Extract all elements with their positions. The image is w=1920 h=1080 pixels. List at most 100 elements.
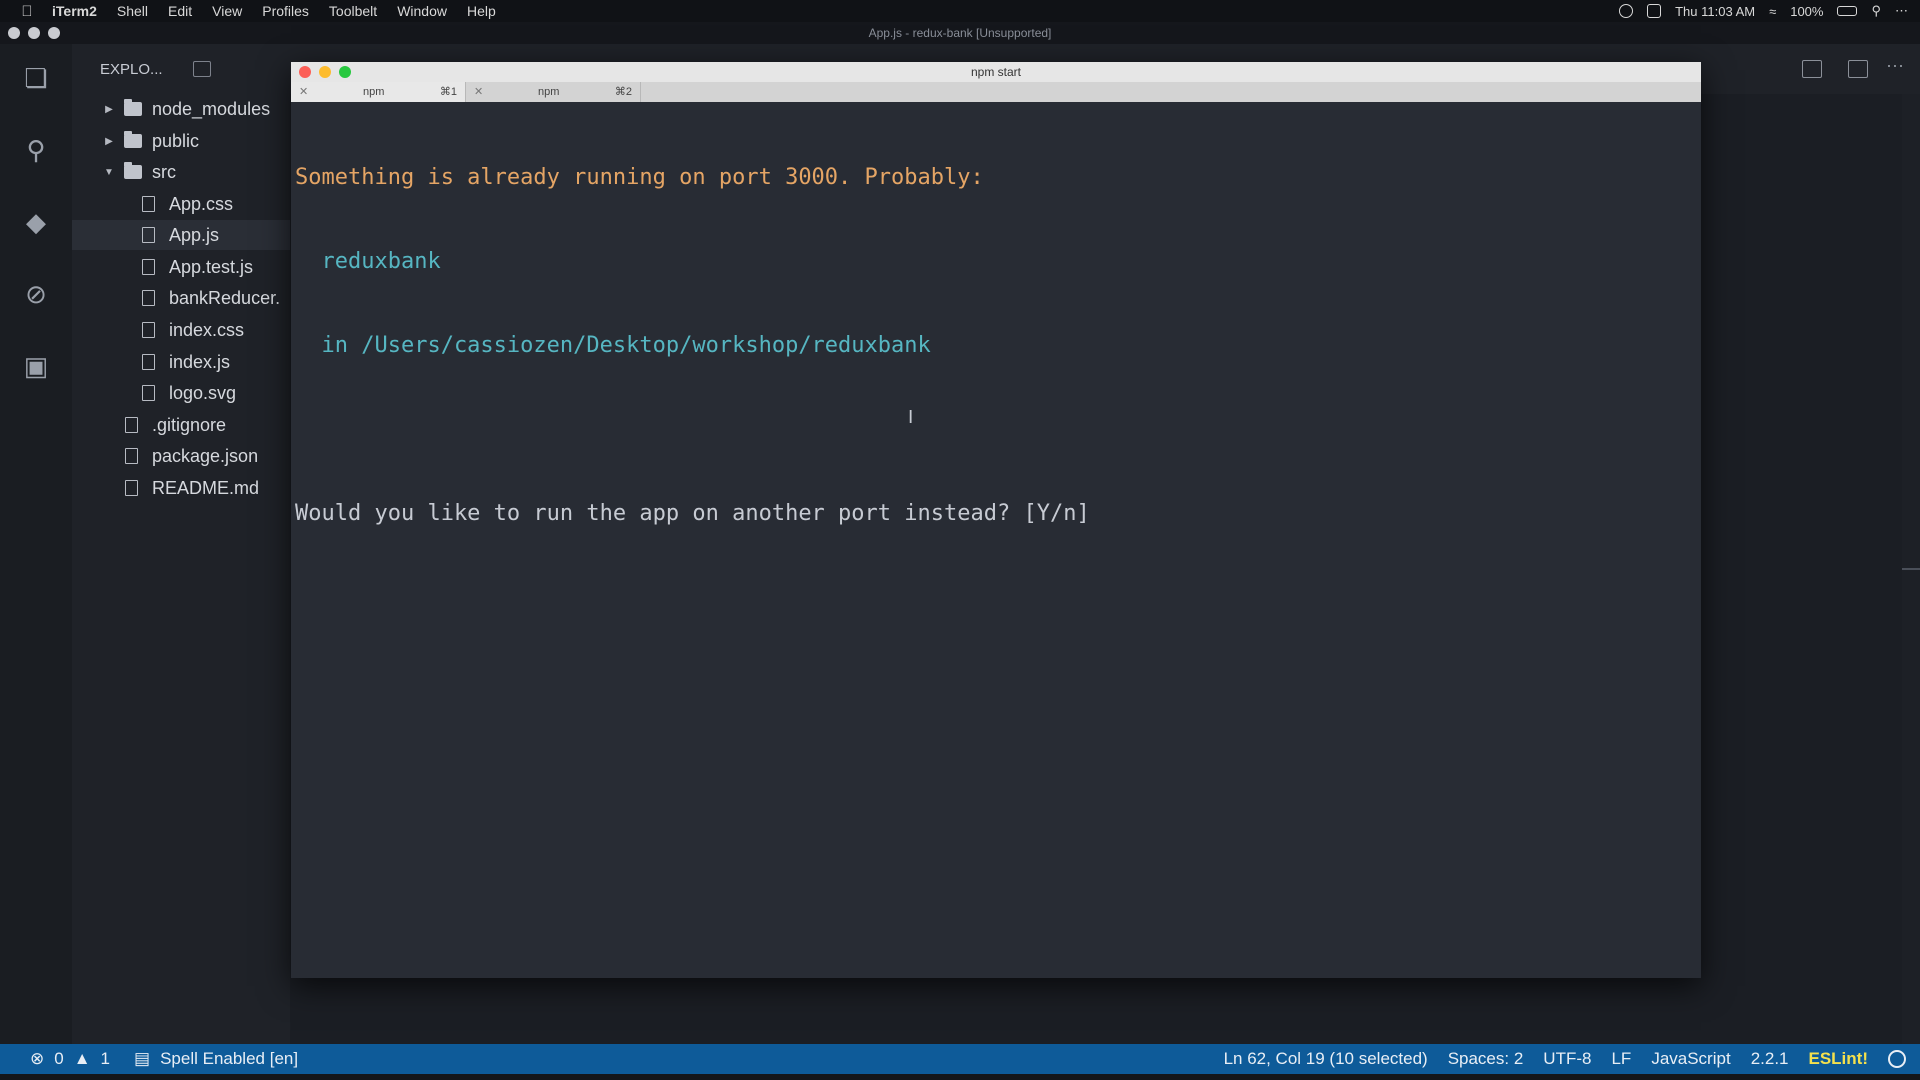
tree-item-label: package.json (152, 445, 259, 466)
tree-file-logo-svg[interactable]: logo.svg (72, 378, 290, 408)
iterm-tab-2[interactable]: ✕ npm ⌘2 (466, 82, 641, 102)
file-icon (142, 227, 155, 243)
error-icon[interactable]: ⊗ (30, 1049, 44, 1069)
folder-icon (124, 99, 142, 116)
menu-edit[interactable]: Edit (158, 3, 202, 19)
iterm-zoom-button[interactable] (339, 66, 351, 78)
spell-status[interactable]: Spell Enabled [en] (160, 1049, 298, 1069)
explorer-files-icon[interactable]: ❏ (18, 60, 54, 96)
apple-menu-icon[interactable]:  (12, 3, 42, 20)
file-icon (142, 290, 155, 306)
battery-icon[interactable] (1837, 6, 1858, 16)
scrollbar-thumb[interactable] (1902, 568, 1920, 570)
tree-folder-public[interactable]: ▶ public (72, 126, 290, 156)
error-count[interactable]: 0 (54, 1049, 63, 1069)
eslint-status[interactable]: ESLint! (1809, 1049, 1869, 1069)
split-editor-icon[interactable] (1848, 60, 1868, 78)
iterm-close-button[interactable] (299, 66, 311, 78)
source-control-icon[interactable]: ◆ (18, 204, 54, 240)
extensions-icon[interactable]: ▣ (18, 348, 54, 384)
tree-file-gitignore[interactable]: .gitignore (72, 410, 290, 440)
battery-percent[interactable]: 100% (1790, 4, 1823, 19)
menu-shell[interactable]: Shell (107, 3, 158, 19)
vscode-minimize-button[interactable] (28, 27, 40, 39)
tree-file-package-json[interactable]: package.json (72, 441, 290, 471)
explorer-header: EXPLO... (72, 44, 290, 94)
bottom-strip (0, 1074, 1920, 1080)
typescript-version[interactable]: 2.2.1 (1751, 1049, 1789, 1069)
tree-folder-node-modules[interactable]: ▶ node_modules (72, 94, 290, 124)
menu-help[interactable]: Help (457, 3, 506, 19)
tree-file-readme[interactable]: README.md (72, 473, 290, 503)
more-actions-icon[interactable]: ⋯ (1886, 56, 1904, 77)
menubar-status-area: Thu 11:03 AM ≈ 100% ⚲ ⋯ (1619, 0, 1908, 22)
new-file-icon[interactable] (192, 61, 211, 77)
explorer-title: EXPLO... (100, 60, 163, 78)
iterm-tab-1[interactable]: ✕ npm ⌘1 (291, 82, 466, 102)
iterm-minimize-button[interactable] (319, 66, 331, 78)
menu-app-name[interactable]: iTerm2 (42, 3, 107, 19)
tree-file-bank-reducer[interactable]: bankReducer. (72, 283, 290, 313)
status-bar-right: Ln 62, Col 19 (10 selected) Spaces: 2 UT… (1224, 1049, 1906, 1069)
close-tab-icon[interactable]: ✕ (299, 82, 308, 102)
tree-item-label: index.js (169, 351, 231, 372)
encoding[interactable]: UTF-8 (1543, 1049, 1591, 1069)
tab-name: npm (363, 86, 385, 98)
tab-name: npm (538, 86, 560, 98)
feedback-smiley-icon[interactable] (1888, 1050, 1906, 1068)
tree-file-app-js[interactable]: App.js (72, 220, 290, 250)
tree-file-app-css[interactable]: App.css (72, 189, 290, 219)
airplay-icon[interactable] (1647, 4, 1662, 18)
tab-shortcut: ⌘2 (614, 86, 632, 98)
spell-check-icon[interactable]: ▤ (134, 1049, 150, 1069)
close-tab-icon[interactable]: ✕ (474, 82, 483, 102)
menu-window[interactable]: Window (387, 3, 457, 19)
indentation[interactable]: Spaces: 2 (1448, 1049, 1524, 1069)
vscode-zoom-button[interactable] (48, 27, 60, 39)
iterm-titlebar[interactable]: npm start (291, 62, 1701, 82)
warning-icon[interactable]: ▲ (74, 1049, 91, 1069)
terminal-line-prompt: Would you like to run the app on another… (295, 501, 1090, 526)
iterm-window[interactable]: npm start ✕ npm ⌘1 ✕ npm ⌘2 Something is… (291, 62, 1701, 978)
tree-item-label: App.css (169, 193, 234, 214)
spotlight-search-icon[interactable]: ⚲ (1871, 3, 1881, 19)
file-icon (142, 259, 155, 275)
vscode-close-button[interactable] (8, 27, 20, 39)
iterm-title: npm start (970, 65, 1021, 79)
menu-toolbelt[interactable]: Toolbelt (319, 3, 387, 19)
activity-bar: ❏ ⚲ ◆ ⊘ ▣ (0, 44, 72, 1044)
debug-icon[interactable]: ⊘ (18, 276, 54, 312)
tree-file-index-css[interactable]: index.css (72, 315, 290, 345)
macos-menu-bar:  iTerm2 Shell Edit View Profiles Toolbe… (0, 0, 1920, 22)
folder-icon (124, 131, 142, 148)
tree-item-label: index.css (169, 319, 245, 340)
menu-profiles[interactable]: Profiles (252, 3, 319, 19)
search-icon[interactable]: ⚲ (18, 132, 54, 168)
terminal-line-process-path: in /Users/cassiozen/Desktop/workshop/red… (295, 333, 931, 358)
terminal-output[interactable]: Something is already running on port 300… (295, 108, 1695, 584)
tree-folder-src[interactable]: ▼ src (72, 157, 290, 187)
cursor-position[interactable]: Ln 62, Col 19 (10 selected) (1224, 1049, 1428, 1069)
file-icon (125, 417, 138, 433)
warning-count[interactable]: 1 (101, 1049, 110, 1069)
chevron-right-icon[interactable]: ▶ (102, 136, 116, 147)
status-bar-left: ⊗ 0 ▲ 1 ▤ Spell Enabled [en] (30, 1049, 298, 1069)
tree-file-app-test-js[interactable]: App.test.js (72, 252, 290, 282)
language-mode[interactable]: JavaScript (1651, 1049, 1730, 1069)
more-menu-icon[interactable]: ⋯ (1895, 3, 1908, 19)
menubar-clock[interactable]: Thu 11:03 AM (1675, 4, 1755, 19)
tree-file-index-js[interactable]: index.js (72, 347, 290, 377)
chevron-down-icon[interactable]: ▼ (102, 167, 116, 178)
tree-item-label: README.md (152, 477, 260, 498)
chevron-right-icon[interactable]: ▶ (102, 104, 116, 115)
menu-view[interactable]: View (202, 3, 252, 19)
record-icon[interactable] (1619, 4, 1634, 18)
file-icon (142, 385, 155, 401)
line-ending[interactable]: LF (1611, 1049, 1631, 1069)
file-icon (142, 354, 155, 370)
wifi-icon[interactable]: ≈ (1769, 4, 1776, 19)
iterm-window-controls (299, 66, 351, 78)
text-cursor-icon: I (908, 407, 914, 428)
open-changes-icon[interactable] (1802, 60, 1822, 78)
